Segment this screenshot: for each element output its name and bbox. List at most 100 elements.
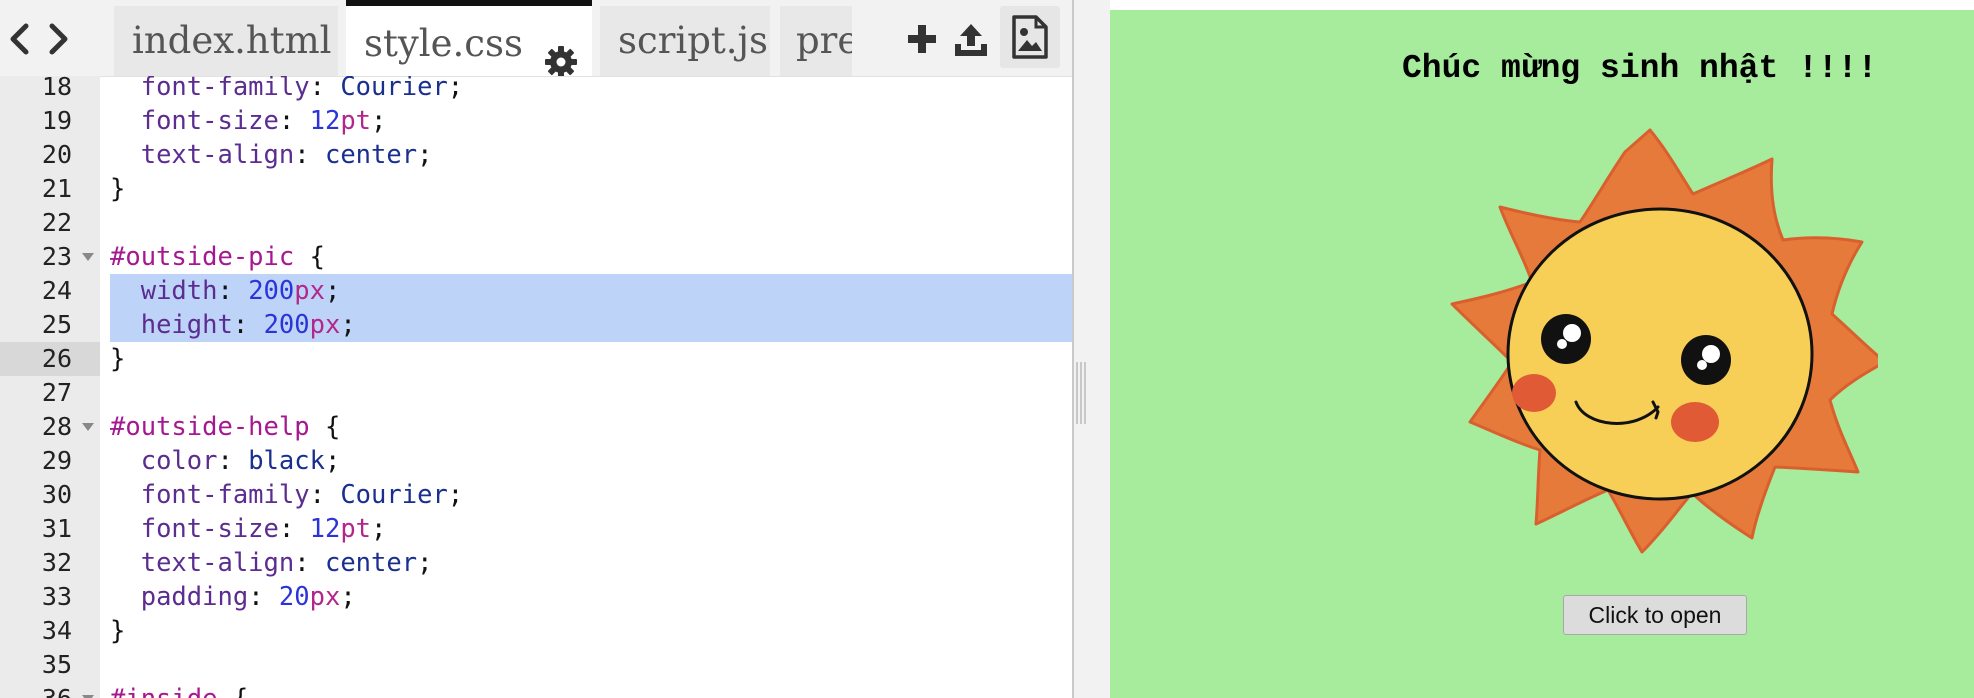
- code-text: #outside-help {: [110, 410, 340, 444]
- tab-label: style.css: [364, 22, 523, 65]
- code-text: text-align: center;: [110, 138, 433, 172]
- code-token: font-size: [140, 106, 279, 136]
- code-line[interactable]: 30 font-family: Courier;: [0, 478, 1072, 512]
- code-token: {: [217, 684, 248, 698]
- image-file-icon[interactable]: [1000, 6, 1060, 68]
- code-line[interactable]: 36 #inside {: [0, 682, 1072, 698]
- code-token: 12: [309, 106, 341, 136]
- code-editor[interactable]: 18 font-family: Courier; 19 font-size: 12…: [0, 76, 1072, 698]
- code-line[interactable]: 34}: [0, 614, 1072, 648]
- code-token: :: [294, 548, 325, 578]
- code-text: width: 200px;: [110, 274, 341, 308]
- code-token: 200: [248, 276, 295, 306]
- code-text: height: 200px;: [110, 308, 356, 342]
- code-line[interactable]: 26}: [0, 342, 1072, 376]
- code-token: :: [278, 106, 310, 136]
- line-number: 19: [41, 106, 72, 135]
- code-token: black: [248, 446, 325, 476]
- code-line[interactable]: 25 height: 200px;: [0, 308, 1072, 342]
- code-text: font-size: 12pt;: [110, 104, 387, 138]
- code-token: text-align: [140, 140, 295, 170]
- code-token: center: [324, 548, 418, 578]
- tab-preview[interactable]: pre: [780, 6, 852, 76]
- fold-arrow-icon[interactable]: [82, 253, 94, 261]
- code-line[interactable]: 31 font-size: 12pt;: [0, 512, 1072, 546]
- code-token: :: [278, 514, 310, 544]
- code-line[interactable]: 21}: [0, 172, 1072, 206]
- code-token: width: [140, 276, 218, 306]
- code-token: font-size: [140, 514, 279, 544]
- code-token: font-family: [140, 76, 310, 102]
- code-line[interactable]: 22: [0, 206, 1072, 240]
- code-text: color: black;: [110, 444, 341, 478]
- birthday-title: Chúc mừng sinh nhật !!!!: [1402, 50, 1878, 87]
- code-token: Courier: [340, 480, 448, 510]
- editor-pane: index.html style.css script.js pre 18 fo…: [0, 0, 1072, 698]
- code-token: 20: [278, 582, 310, 612]
- code-token: }: [110, 174, 126, 204]
- code-token: ;: [340, 582, 356, 612]
- line-number: 32: [41, 548, 72, 577]
- line-number: 18: [41, 76, 72, 101]
- fold-arrow-icon[interactable]: [82, 423, 94, 431]
- code-line[interactable]: 23 #outside-pic {: [0, 240, 1072, 274]
- code-token: }: [110, 344, 126, 374]
- code-token: #inside: [110, 684, 217, 698]
- code-line[interactable]: 35: [0, 648, 1072, 682]
- code-token: #outside-help: [110, 412, 310, 442]
- code-token: px: [309, 582, 341, 612]
- code-line[interactable]: 19 font-size: 12pt;: [0, 104, 1072, 138]
- code-text: font-family: Courier;: [110, 478, 463, 512]
- code-line[interactable]: 33 padding: 20px;: [0, 580, 1072, 614]
- code-token: center: [324, 140, 418, 170]
- code-line[interactable]: 29 color: black;: [0, 444, 1072, 478]
- code-text: }: [110, 172, 125, 206]
- code-token: px: [294, 276, 325, 306]
- code-token: pt: [340, 106, 372, 136]
- tab-index-html[interactable]: index.html: [114, 6, 338, 76]
- code-token: px: [309, 310, 341, 340]
- code-token: height: [140, 310, 233, 340]
- line-number: 20: [41, 140, 72, 169]
- code-line[interactable]: 18 font-family: Courier;: [0, 76, 1072, 104]
- code-token: :: [248, 582, 279, 612]
- line-number: 28: [41, 412, 72, 441]
- plus-icon[interactable]: [900, 14, 944, 64]
- code-token: ;: [417, 140, 433, 170]
- code-text: #inside {: [110, 682, 248, 698]
- code-token: color: [140, 446, 218, 476]
- tab-label: script.js: [618, 19, 769, 62]
- click-to-open-button[interactable]: Click to open: [1563, 595, 1747, 635]
- chevron-left-icon[interactable]: [4, 14, 34, 64]
- line-number: 25: [41, 310, 72, 339]
- tab-script-js[interactable]: script.js: [600, 6, 770, 76]
- code-token: ;: [340, 310, 356, 340]
- tab-style-css[interactable]: style.css: [346, 0, 592, 76]
- code-text: #outside-pic {: [110, 240, 325, 274]
- pane-divider[interactable]: [1072, 0, 1110, 698]
- code-token: }: [110, 616, 126, 646]
- code-token: 12: [309, 514, 341, 544]
- chevron-right-icon[interactable]: [44, 14, 74, 64]
- upload-icon[interactable]: [948, 14, 992, 64]
- code-token: text-align: [140, 548, 295, 578]
- code-line[interactable]: 28 #outside-help {: [0, 410, 1072, 444]
- code-line[interactable]: 32 text-align: center;: [0, 546, 1072, 580]
- code-token: Courier: [340, 76, 448, 102]
- code-token: font-family: [140, 480, 310, 510]
- code-token: padding: [140, 582, 249, 612]
- code-token: 200: [263, 310, 310, 340]
- code-line[interactable]: 24 width: 200px;: [0, 274, 1072, 308]
- code-token: :: [217, 276, 249, 306]
- code-line[interactable]: 20 text-align: center;: [0, 138, 1072, 172]
- gear-icon[interactable]: [544, 29, 578, 76]
- resize-handle[interactable]: [1076, 362, 1086, 424]
- code-line[interactable]: 27: [0, 376, 1072, 410]
